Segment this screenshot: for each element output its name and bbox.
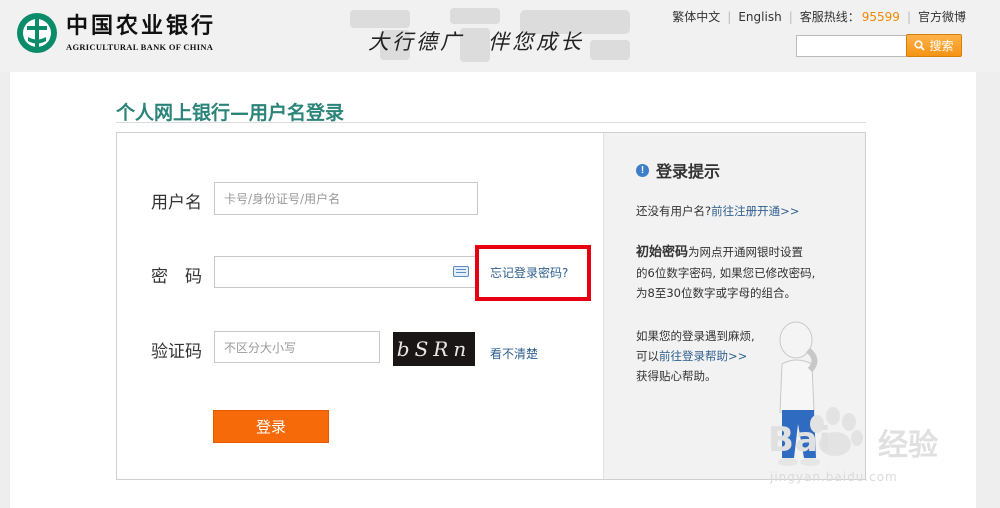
login-help-link[interactable]: 前往登录帮助>>	[659, 349, 747, 363]
captcha-image[interactable]: bSRn	[393, 332, 475, 366]
tip-help-line1: 如果您的登录遇到麻烦,	[636, 329, 755, 343]
page-title: 个人网上银行—用户名登录	[116, 102, 345, 124]
password-input[interactable]	[214, 256, 478, 288]
tip-help-line3: 获得贴心帮助。	[636, 369, 717, 383]
refresh-captcha-link[interactable]: 看不清楚	[490, 345, 538, 362]
tip-initial-password-line1: 为网点开通网银时设置	[688, 245, 804, 259]
username-label: 用户名	[151, 193, 202, 213]
tips-heading-text: 登录提示	[656, 162, 721, 181]
tip-help-prefix: 可以	[636, 349, 659, 363]
search-icon	[914, 40, 926, 51]
watermark-latin: Bai	[768, 420, 832, 460]
tip-initial-password-line3: 为8至30位数字或字母的组合。	[636, 286, 796, 300]
tip-register: 还没有用户名?前往注册开通>>	[636, 201, 799, 221]
info-icon: !	[636, 163, 649, 177]
captcha-text: bSRn	[396, 337, 472, 361]
password-label: 密 码	[151, 267, 202, 287]
virtual-keyboard-icon[interactable]	[453, 266, 469, 277]
register-link[interactable]: 前往注册开通>>	[711, 204, 799, 218]
username-input[interactable]: 卡号/身份证号/用户名	[214, 182, 478, 215]
captcha-input[interactable]: 不区分大小写	[214, 331, 380, 363]
abc-logo-icon	[17, 13, 57, 53]
title-divider	[116, 122, 866, 123]
slogan: 大行德广 伴您成长	[368, 30, 584, 54]
watermark-url: jingyan.baidu.com	[770, 470, 898, 484]
traditional-chinese-link[interactable]: 繁体中文	[672, 8, 720, 25]
weibo-link[interactable]: 官方微博	[918, 8, 966, 25]
logo-chinese-name: 中国农业银行	[66, 13, 217, 39]
tip-initial-password-bold: 初始密码	[636, 245, 689, 260]
top-links: 繁体中文 | English | 客服热线： 95599 | 官方微博	[672, 8, 966, 25]
divider: |	[788, 9, 793, 24]
divider: |	[727, 9, 732, 24]
forgot-password-link[interactable]: 忘记登录密码?	[490, 264, 568, 281]
search-input[interactable]	[796, 35, 907, 57]
hotline-label: 客服热线：	[799, 10, 860, 24]
english-link[interactable]: English	[738, 10, 781, 24]
captcha-label: 验证码	[151, 342, 202, 362]
bank-logo[interactable]: 中国农业银行 AGRICULTURAL BANK OF CHINA	[16, 12, 216, 54]
tip-no-username: 还没有用户名?	[636, 204, 712, 218]
tip-help: 如果您的登录遇到麻烦, 可以前往登录帮助>> 获得贴心帮助。	[636, 326, 755, 386]
login-button[interactable]: 登录	[213, 410, 329, 443]
hotline-number: 95599	[861, 9, 900, 24]
tip-initial-password: 初始密码为网点开通网银时设置 的6位数字密码, 如果您已修改密码, 为8至30位…	[636, 242, 815, 303]
search-button-label: 搜索	[929, 39, 954, 53]
logo-english-name: AGRICULTURAL BANK OF CHINA	[66, 42, 214, 52]
tips-heading: ! 登录提示	[636, 158, 720, 182]
watermark-cn: 经验	[878, 428, 938, 463]
search-button[interactable]: 搜索	[906, 34, 962, 57]
tip-initial-password-line2: 的6位数字密码, 如果您已修改密码,	[636, 266, 816, 280]
divider: |	[906, 9, 911, 24]
